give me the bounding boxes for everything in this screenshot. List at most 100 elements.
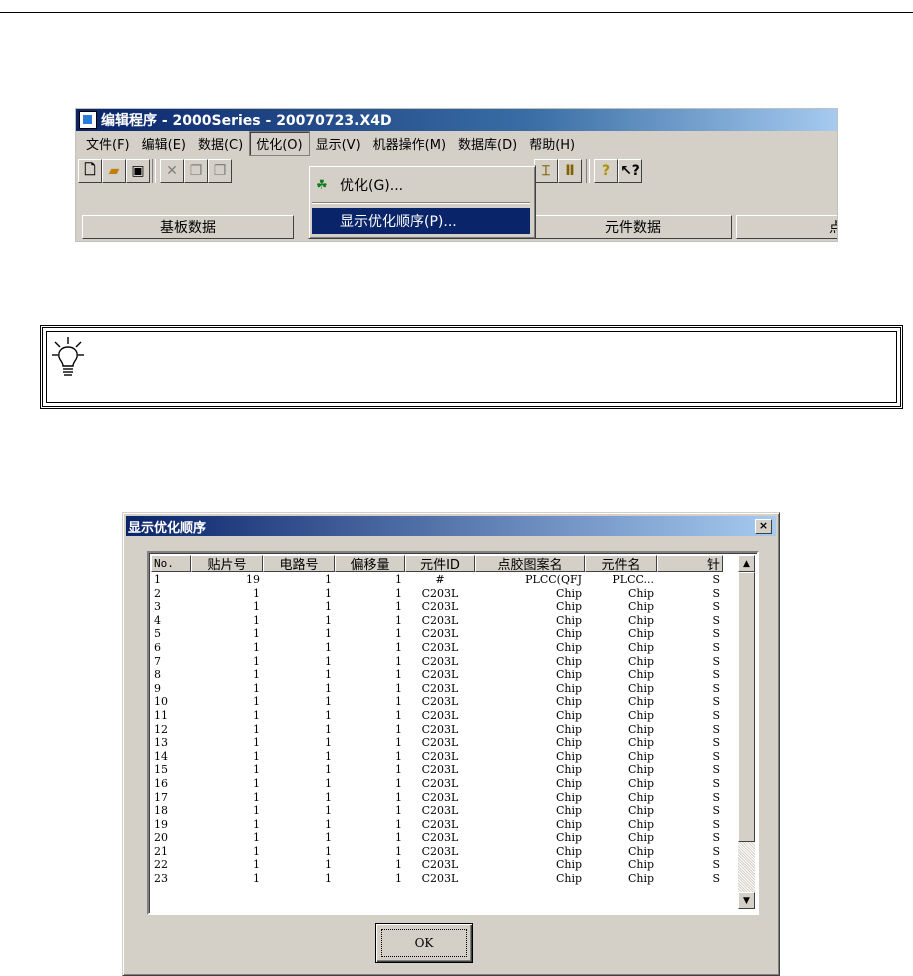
table-cell: 1 — [395, 844, 402, 858]
copy-icon[interactable]: ❐ — [184, 159, 208, 183]
table-cell: 1 — [325, 858, 332, 872]
order-table[interactable]: No. 贴片号 电路号 偏移量 元件ID 点胶图案名 元件名 针 1 19 1 1 # P… — [147, 551, 759, 915]
table-row[interactable]: 22 1 1 1 C203L Chip Chip S — [151, 858, 723, 872]
table-row[interactable]: 14 1 1 1 C203L Chip Chip S — [151, 750, 723, 764]
table-row[interactable]: 15 1 1 1 C203L Chip Chip S — [151, 763, 723, 777]
menuitem-optimize[interactable]: ☘ 优化(G)... — [312, 172, 530, 198]
scroll-up-icon[interactable]: ▲ — [738, 555, 755, 572]
scroll-track[interactable] — [738, 842, 755, 892]
vertical-scrollbar[interactable]: ▲ ▼ — [738, 555, 755, 909]
tab-component-data[interactable]: 元件数据 — [534, 215, 732, 239]
table-row[interactable]: 7 1 1 1 C203L Chip Chip S — [151, 655, 723, 669]
menu-optimize[interactable]: 优化(O) — [249, 130, 310, 156]
table-cell: 1 — [325, 790, 332, 804]
table-cell: 15 — [154, 763, 168, 777]
table-cell: C203L — [421, 586, 459, 600]
table-row[interactable]: 13 1 1 1 C203L Chip Chip S — [151, 736, 723, 750]
table-cell: Chip — [555, 600, 582, 614]
table-row[interactable]: 5 1 1 1 C203L Chip Chip S — [151, 627, 723, 641]
table-row[interactable]: 8 1 1 1 C203L Chip Chip S — [151, 668, 723, 682]
table-row[interactable]: 10 1 1 1 C203L Chip Chip S — [151, 695, 723, 709]
table-cell: 1 — [325, 844, 332, 858]
table-cell: 1 — [325, 736, 332, 750]
menuitem-show-order[interactable]: . 显示优化顺序(P)... — [312, 208, 530, 234]
table-cell: 1 — [253, 613, 260, 627]
table-cell: 1 — [395, 668, 402, 682]
table-cell: Chip — [555, 844, 582, 858]
scroll-down-icon[interactable]: ▼ — [738, 892, 755, 909]
table-cell: 1 — [253, 627, 260, 641]
table-cell: Chip — [627, 763, 654, 777]
ok-button[interactable]: OK — [375, 923, 473, 963]
col-component-name[interactable]: 元件名 — [585, 555, 657, 573]
menuitem-optimize-label: 优化(G)... — [340, 178, 404, 194]
table-cell: S — [712, 722, 720, 736]
table-cell: 1 — [325, 668, 332, 682]
col-circuit-no[interactable]: 电路号 — [263, 555, 335, 573]
table-row[interactable]: 17 1 1 1 C203L Chip Chip S — [151, 791, 723, 805]
menu-data[interactable]: 数据(C) — [192, 132, 249, 155]
interval-icon[interactable]: Ⅱ — [558, 159, 582, 183]
context-help-icon[interactable]: ↖? — [618, 159, 642, 183]
table-row[interactable]: 11 1 1 1 C203L Chip Chip S — [151, 709, 723, 723]
table-row[interactable]: 21 1 1 1 C203L Chip Chip S — [151, 845, 723, 859]
tab-dispense[interactable]: 点胶 — [736, 215, 837, 239]
help-icon[interactable]: ? — [594, 159, 618, 183]
table-cell: Chip — [627, 844, 654, 858]
table-cell: Chip — [627, 654, 654, 668]
menu-help[interactable]: 帮助(H) — [523, 132, 581, 155]
table-cell: 1 — [253, 763, 260, 777]
table-cell: S — [712, 790, 720, 804]
table-cell: 1 — [325, 640, 332, 654]
delete-icon[interactable]: ✕ — [160, 159, 184, 183]
menu-machine[interactable]: 机器操作(M) — [367, 132, 452, 155]
align-icon[interactable]: ⌶ — [534, 159, 558, 183]
close-icon[interactable]: × — [755, 519, 772, 534]
new-file-icon[interactable]: 🗋 — [78, 159, 102, 183]
table-cell: 1 — [395, 573, 402, 586]
table-row[interactable]: 23 1 1 1 C203L Chip Chip S — [151, 872, 723, 886]
table-row[interactable]: 4 1 1 1 C203L Chip Chip S — [151, 614, 723, 628]
menu-database[interactable]: 数据库(D) — [452, 132, 523, 155]
table-cell: 1 — [325, 872, 332, 886]
table-cell: 6 — [154, 640, 161, 654]
col-pin[interactable]: 针 — [657, 555, 723, 573]
table-cell: C203L — [421, 844, 459, 858]
table-cell: 1 — [395, 749, 402, 763]
tab-board-data[interactable]: 基板数据 — [82, 215, 294, 239]
table-cell: 1 — [325, 817, 332, 831]
col-placement-no[interactable]: 贴片号 — [191, 555, 263, 573]
scroll-thumb[interactable] — [738, 572, 755, 842]
table-cell: 1 — [253, 749, 260, 763]
table-row[interactable]: 12 1 1 1 C203L Chip Chip S — [151, 723, 723, 737]
save-icon[interactable]: ▣ — [126, 159, 150, 183]
col-dispense-pattern[interactable]: 点胶图案名 — [475, 555, 585, 573]
table-cell: Chip — [627, 722, 654, 736]
table-cell: 1 — [253, 668, 260, 682]
menu-edit[interactable]: 编辑(E) — [136, 132, 192, 155]
table-row[interactable]: 16 1 1 1 C203L Chip Chip S — [151, 777, 723, 791]
table-cell: 1 — [325, 627, 332, 641]
menu-file[interactable]: 文件(F) — [80, 132, 136, 155]
table-row[interactable]: 9 1 1 1 C203L Chip Chip S — [151, 682, 723, 696]
table-row[interactable]: 19 1 1 1 C203L Chip Chip S — [151, 818, 723, 832]
table-cell: C203L — [421, 654, 459, 668]
table-cell: C203L — [421, 722, 459, 736]
col-no[interactable]: No. — [151, 555, 191, 572]
table-row[interactable]: 18 1 1 1 C203L Chip Chip S — [151, 804, 723, 818]
table-cell: Chip — [627, 790, 654, 804]
table-header: No. 贴片号 电路号 偏移量 元件ID 点胶图案名 元件名 针 — [151, 555, 723, 573]
table-row[interactable]: 2 1 1 1 C203L Chip Chip S — [151, 587, 723, 601]
table-row[interactable]: 3 1 1 1 C203L Chip Chip S — [151, 600, 723, 614]
table-cell: S — [712, 708, 720, 722]
table-cell: S — [712, 654, 720, 668]
col-component-id[interactable]: 元件ID — [405, 555, 475, 573]
editor-title: 编辑程序 - 2000Series - 20070723.X4D — [101, 113, 392, 129]
paste-icon[interactable]: ❒ — [208, 159, 232, 183]
table-row[interactable]: 6 1 1 1 C203L Chip Chip S — [151, 641, 723, 655]
table-row[interactable]: 1 19 1 1 # PLCC(QFJ PLCC... S — [151, 573, 723, 587]
open-folder-icon[interactable]: ▰ — [102, 159, 126, 183]
table-row[interactable]: 20 1 1 1 C203L Chip Chip S — [151, 831, 723, 845]
menu-view[interactable]: 显示(V) — [310, 132, 367, 155]
col-offset[interactable]: 偏移量 — [335, 555, 405, 573]
